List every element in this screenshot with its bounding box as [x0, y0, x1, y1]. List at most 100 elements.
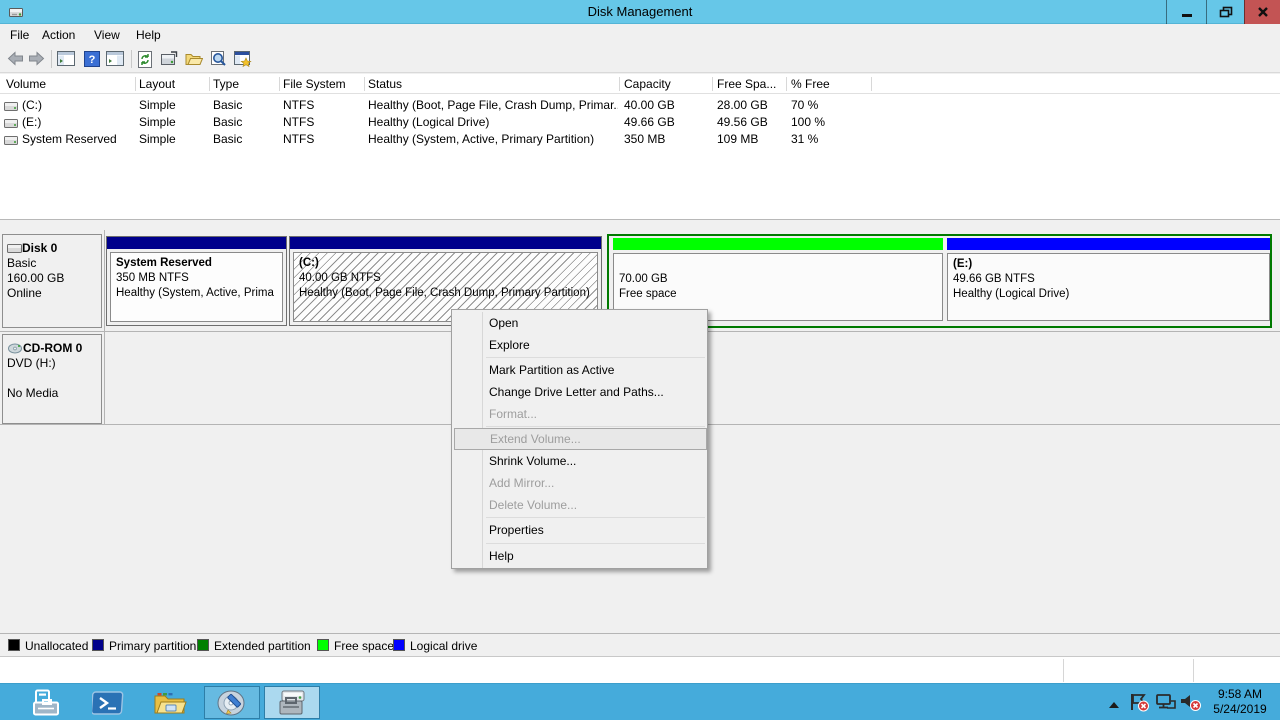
- col-status[interactable]: Status: [368, 77, 402, 91]
- legend-unallocated: Unallocated: [25, 639, 88, 653]
- partition-status: Healthy (System, Active, Prima: [116, 287, 274, 299]
- cdrom-name: CD-ROM 0: [23, 341, 82, 355]
- volume-row-system-reserved[interactable]: System Reserved Simple Basic NTFS Health…: [0, 132, 1280, 149]
- drive-icon: [4, 100, 18, 114]
- menu-item-change-drive-letter[interactable]: Change Drive Letter and Paths...: [454, 381, 707, 403]
- manage-icon[interactable]: [234, 51, 252, 70]
- unallocated-swatch: [8, 639, 20, 651]
- menu-item-help[interactable]: Help: [454, 545, 707, 567]
- volume-list-header: Volume Layout Type File System Status Ca…: [0, 74, 1280, 94]
- disk0-name: Disk 0: [22, 241, 57, 255]
- menu-item-explore[interactable]: Explore: [454, 334, 707, 356]
- cell-layout: Simple: [139, 115, 176, 129]
- minimize-button[interactable]: [1166, 0, 1206, 24]
- partition-size: 350 MB NTFS: [116, 272, 189, 284]
- refresh-icon[interactable]: [137, 51, 153, 71]
- partition-name: (C:): [299, 257, 319, 269]
- disk0-status: Online: [7, 286, 42, 300]
- cell-volume: (C:): [22, 98, 42, 112]
- help-icon[interactable]: ?: [84, 51, 100, 70]
- taskbar-file-explorer[interactable]: [142, 686, 198, 719]
- cdrom-media: DVD (H:): [7, 356, 56, 370]
- col-volume[interactable]: Volume: [6, 77, 46, 91]
- title-bar: Disk Management: [0, 0, 1280, 24]
- back-icon[interactable]: [7, 51, 24, 69]
- volume-muted-icon[interactable]: [1179, 692, 1203, 715]
- legend-bar: Unallocated Primary partition Extended p…: [0, 633, 1280, 656]
- toolbar: ?: [0, 45, 1280, 73]
- taskbar-disk-utility[interactable]: [204, 686, 260, 719]
- partition-size: 49.66 GB NTFS: [953, 273, 1035, 285]
- cell-volume: System Reserved: [22, 132, 117, 146]
- legend-primary-partition: Primary partition: [109, 639, 196, 653]
- cell-free-space: 109 MB: [717, 132, 758, 146]
- menu-item-mark-partition-active[interactable]: Mark Partition as Active: [454, 359, 707, 381]
- primary-partition-bar: [107, 237, 286, 249]
- hidden-icons-arrow[interactable]: [1108, 698, 1120, 712]
- network-icon[interactable]: [1155, 693, 1177, 714]
- cell-layout: Simple: [139, 98, 176, 112]
- taskbar-powershell[interactable]: [80, 686, 136, 719]
- open-folder-icon[interactable]: [185, 51, 203, 69]
- svg-text:?: ?: [89, 54, 96, 66]
- volume-row-c[interactable]: (C:) Simple Basic NTFS Healthy (Boot, Pa…: [0, 98, 1280, 115]
- menu-item-delete-volume: Delete Volume...: [454, 494, 707, 516]
- cell-type: Basic: [213, 132, 242, 146]
- disk0-type: Basic: [7, 256, 36, 270]
- volume-row-e[interactable]: (E:) Simple Basic NTFS Healthy (Logical …: [0, 115, 1280, 132]
- legend-logical-drive: Logical drive: [410, 639, 477, 653]
- taskbar: 9:58 AM 5/24/2019: [0, 683, 1280, 720]
- action-center-flag-icon[interactable]: [1128, 692, 1150, 715]
- col-file-system[interactable]: File System: [283, 77, 346, 91]
- col-layout[interactable]: Layout: [139, 77, 175, 91]
- drive-icon: [4, 134, 18, 148]
- disk-icon: [7, 241, 22, 255]
- taskbar-clock[interactable]: 9:58 AM 5/24/2019: [1205, 687, 1275, 717]
- legend-free-space: Free space: [334, 639, 394, 653]
- menu-item-properties[interactable]: Properties: [454, 519, 707, 541]
- disk0-info-panel[interactable]: Disk 0 Basic 160.00 GB Online: [2, 234, 102, 328]
- restore-button[interactable]: [1206, 0, 1244, 24]
- partition-system-reserved[interactable]: System Reserved 350 MB NTFS Healthy (Sys…: [106, 236, 287, 326]
- logical-drive-swatch: [393, 639, 405, 651]
- menu-item-open[interactable]: Open: [454, 312, 707, 334]
- menu-file[interactable]: File: [6, 28, 33, 42]
- col-free-space[interactable]: Free Spa...: [717, 77, 776, 91]
- partition-context-menu: Open Explore Mark Partition as Active Ch…: [451, 309, 708, 569]
- cell-free-space: 28.00 GB: [717, 98, 768, 112]
- cell-file-system: NTFS: [283, 115, 314, 129]
- clock-time: 9:58 AM: [1205, 687, 1275, 702]
- device-properties-icon[interactable]: [161, 51, 178, 70]
- console-tree-icon[interactable]: [57, 51, 75, 69]
- menu-item-format: Format...: [454, 403, 707, 425]
- cdrom-info-panel[interactable]: CD-ROM 0 DVD (H:) No Media: [2, 334, 102, 424]
- col-type[interactable]: Type: [213, 77, 239, 91]
- menu-item-extend-volume: Extend Volume...: [454, 428, 707, 450]
- cell-pct-free: 31 %: [791, 132, 818, 146]
- menu-view[interactable]: View: [90, 28, 124, 42]
- partition-e[interactable]: (E:) 49.66 GB NTFS Healthy (Logical Driv…: [947, 238, 1270, 324]
- cell-capacity: 49.66 GB: [624, 115, 675, 129]
- disk0-size: 160.00 GB: [7, 271, 64, 285]
- menu-item-shrink-volume[interactable]: Shrink Volume...: [454, 450, 707, 472]
- cdrom-icon: [7, 341, 23, 355]
- col-pct-free[interactable]: % Free: [791, 77, 830, 91]
- col-capacity[interactable]: Capacity: [624, 77, 671, 91]
- primary-partition-bar: [290, 237, 601, 249]
- forward-icon[interactable]: [28, 51, 45, 69]
- extended-partition-swatch: [197, 639, 209, 651]
- menu-action[interactable]: Action: [38, 28, 79, 42]
- taskbar-server-manager[interactable]: [19, 686, 75, 719]
- toolbar-separator: [131, 50, 132, 68]
- free-space-size: 70.00 GB: [619, 273, 668, 285]
- menu-help[interactable]: Help: [132, 28, 165, 42]
- partition-size: 40.00 GB NTFS: [299, 272, 381, 284]
- taskbar-disk-management[interactable]: [264, 686, 320, 719]
- find-icon[interactable]: [210, 51, 227, 70]
- action-pane-icon[interactable]: [106, 51, 124, 69]
- clock-date: 5/24/2019: [1205, 702, 1275, 717]
- partition-status: Healthy (Logical Drive): [953, 288, 1069, 300]
- cell-status: Healthy (Logical Drive): [368, 115, 618, 129]
- volume-list: Volume Layout Type File System Status Ca…: [0, 74, 1280, 220]
- close-button[interactable]: [1244, 0, 1280, 24]
